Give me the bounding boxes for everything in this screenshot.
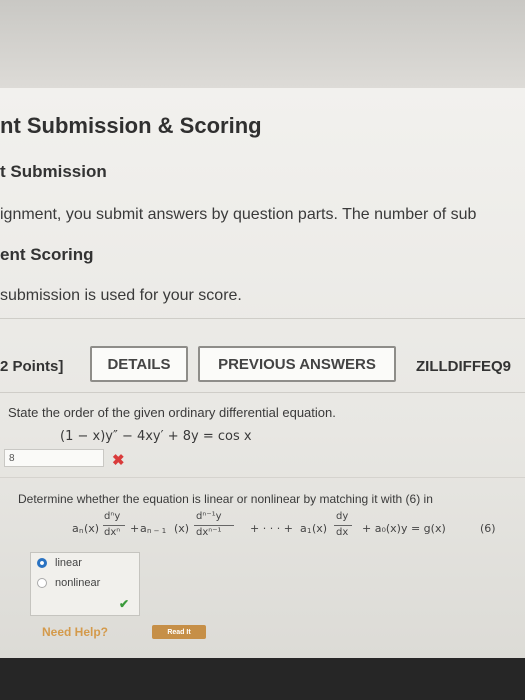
eq-term1-num: dⁿy [104, 511, 121, 522]
fraction-bar [334, 525, 352, 526]
order-answer-input[interactable]: 8 [4, 449, 104, 467]
eq-term3-coef: a [300, 522, 307, 535]
need-help-label: Need Help? [42, 625, 109, 639]
radio-linear[interactable] [37, 558, 47, 568]
submission-description: ignment, you submit answers by question … [0, 206, 477, 223]
divider [0, 318, 525, 319]
question-points: 2 Points] [0, 358, 64, 375]
linearity-choices: linear nonlinear ✔ [30, 552, 140, 616]
question-card: State the order of the given ordinary di… [0, 392, 525, 653]
eq-dots: + · · · + [250, 522, 293, 535]
details-button[interactable]: DETAILS [90, 346, 188, 382]
previous-answers-button[interactable]: PREVIOUS ANSWERS [198, 346, 396, 382]
option-nonlinear-label[interactable]: nonlinear [55, 577, 100, 589]
eq-label: (6) [480, 522, 496, 535]
eq-term2-x: (x) [174, 522, 190, 535]
fraction-bar [194, 525, 234, 526]
radio-nonlinear[interactable] [37, 578, 47, 588]
equation-6: a n (x) dⁿy dxⁿ + a n − 1 (x) dⁿ⁻¹y dxⁿ⁻… [72, 511, 512, 541]
eq-term2-coef: a [140, 522, 147, 535]
option-linear-label[interactable]: linear [55, 557, 82, 569]
eq-term3-den: dx [336, 527, 349, 538]
part2-prompt: Determine whether the equation is linear… [18, 492, 433, 506]
correct-check-icon: ✔ [119, 597, 130, 611]
eq-term3-sub: 1 [307, 527, 312, 535]
eq-term3-num: dy [336, 511, 349, 522]
background-top [0, 0, 525, 92]
section-heading-scoring: ent Scoring [0, 245, 94, 264]
question-header: 2 Points] DETAILS PREVIOUS ANSWERS ZILLD… [0, 340, 525, 392]
eq-term3-x: (x) [312, 522, 328, 535]
eq-term1-coef: a [72, 522, 79, 535]
scoring-description: submission is used for your score. [0, 287, 242, 304]
eq-term2-sub: n − 1 [147, 527, 167, 535]
eq-term1-den: dxⁿ [104, 527, 121, 538]
eq-term1-x: (x) [84, 522, 100, 535]
background-bottom [0, 658, 525, 700]
read-it-button[interactable]: Read It [152, 625, 206, 639]
incorrect-x-icon: ✖ [112, 452, 125, 469]
section-heading-submission: t Submission [0, 162, 107, 181]
fraction-bar [103, 525, 125, 526]
eq-term1-sub: n [79, 527, 84, 535]
eq-term2-num: dⁿ⁻¹y [196, 511, 222, 522]
page-title: nt Submission & Scoring [0, 113, 262, 138]
question-code: ZILLDIFFEQ9 [416, 358, 511, 375]
part1-prompt: State the order of the given ordinary di… [8, 405, 336, 420]
eq-term2-den: dxⁿ⁻¹ [196, 527, 222, 538]
eq-term4: + a₀(x)y = g(x) [362, 522, 446, 535]
part-divider [0, 477, 525, 478]
eq-plus: + [130, 522, 140, 535]
part1-equation: (1 − x)y″ − 4xy′ + 8y = cos x [60, 429, 252, 444]
